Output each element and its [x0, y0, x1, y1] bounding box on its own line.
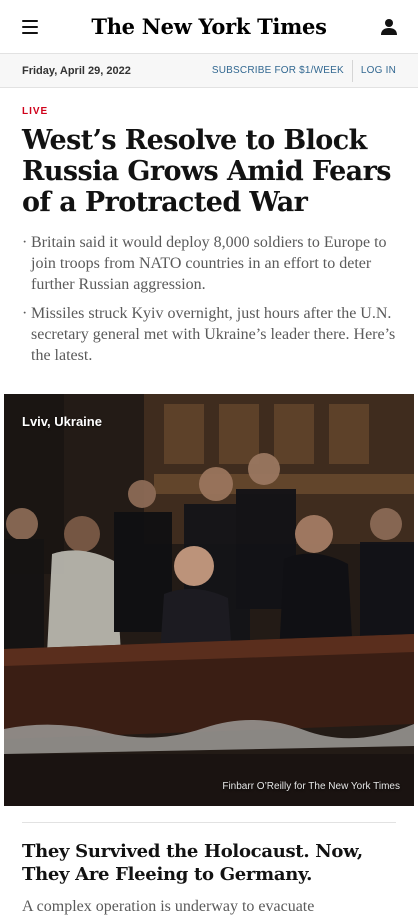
photo-location-caption: Lviv, Ukraine — [22, 414, 102, 429]
user-account-icon[interactable] — [380, 18, 398, 36]
summary-bullet: · Missiles struck Kyiv overnight, just h… — [22, 303, 398, 366]
bullet-dot: · — [22, 305, 28, 322]
second-headline[interactable]: They Survived the Holocaust. Now, They A… — [22, 840, 398, 886]
nyt-logo[interactable]: The New York Times — [91, 14, 327, 39]
subscribe-link[interactable]: SUBSCRIBE FOR $1/WEEK — [212, 65, 344, 76]
lead-photo[interactable]: Lviv, Ukraine Finbarr O’Reilly for The N… — [4, 394, 414, 806]
current-date: Friday, April 29, 2022 — [22, 64, 131, 77]
second-story: They Survived the Holocaust. Now, They A… — [22, 840, 398, 917]
second-summary: A complex operation is underway to evacu… — [22, 898, 315, 915]
photo-illustration — [4, 394, 414, 806]
date-bar: Friday, April 29, 2022 SUBSCRIBE FOR $1/… — [0, 54, 418, 88]
bullet-dot: · — [22, 234, 28, 251]
summary-bullet-text: Britain said it would deploy 8,000 soldi… — [31, 234, 387, 293]
summary-bullets: · Britain said it would deploy 8,000 sol… — [22, 232, 398, 366]
top-navigation-bar: The New York Times — [0, 0, 418, 54]
summary-bullet: · Britain said it would deploy 8,000 sol… — [22, 232, 398, 295]
live-label: LIVE — [22, 106, 49, 117]
lead-headline[interactable]: West’s Resolve to Block Russia Grows Ami… — [22, 125, 398, 218]
story-divider — [22, 822, 396, 823]
hamburger-menu-icon[interactable] — [22, 19, 38, 34]
summary-bullet-text: Missiles struck Kyiv overnight, just hou… — [31, 305, 396, 364]
photo-credit: Finbarr O’Reilly for The New York Times — [222, 781, 400, 792]
datebar-divider — [351, 59, 353, 82]
lead-story: LIVE West’s Resolve to Block Russia Grow… — [22, 106, 398, 374]
login-link[interactable]: LOG IN — [361, 65, 396, 76]
